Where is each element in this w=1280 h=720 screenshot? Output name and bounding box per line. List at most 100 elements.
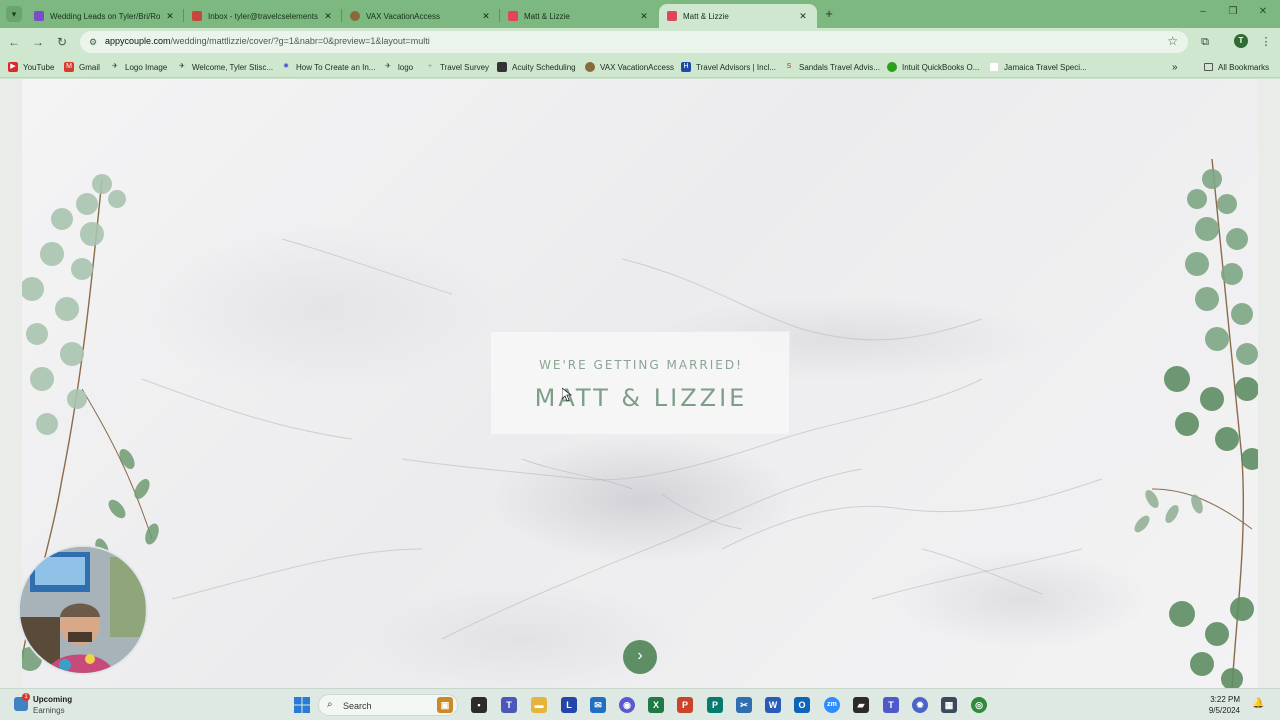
bookmark-how-to[interactable]: ✹ How To Create an In...: [281, 60, 375, 74]
youtube-icon: ▶: [8, 62, 18, 72]
close-icon[interactable]: ✕: [638, 11, 650, 22]
plus-icon: +: [427, 63, 433, 70]
forms-icon: [34, 11, 44, 21]
mail-icon: [192, 11, 202, 21]
plane-icon: ✈: [385, 63, 391, 70]
folder-icon: [1204, 63, 1213, 71]
close-window-icon[interactable]: ✕: [1256, 6, 1270, 17]
bookmark-label: Gmail: [79, 62, 100, 72]
system-clock[interactable]: 3:22 PM 9/5/2024: [1200, 694, 1240, 716]
taskbar-app-calculator[interactable]: ▦: [941, 697, 957, 713]
bookmark-label: Welcome, Tyler Stisc...: [192, 62, 274, 72]
tab-strip: ▾ Wedding Leads on Tyler/Bri/Ro ✕ Inbox …: [0, 0, 1280, 28]
bookmark-travel-advisors[interactable]: H Travel Advisors | Incl...: [681, 60, 776, 74]
tab-matt-lizzie[interactable]: Matt & Lizzie ✕: [500, 4, 658, 28]
taskbar-app-word[interactable]: W: [765, 697, 781, 713]
taskbar-app-chrome[interactable]: ◎: [971, 697, 987, 713]
site-info-icon[interactable]: ⚙: [87, 36, 99, 48]
quickbooks-icon: [887, 62, 897, 72]
chevron-right-icon: ›: [637, 647, 643, 664]
bookmark-welcome[interactable]: ✈ Welcome, Tyler Stisc...: [177, 60, 273, 74]
bookmark-vax[interactable]: VAX VacationAccess: [585, 60, 674, 74]
gear-icon: ✹: [283, 63, 289, 70]
bookmark-star-icon[interactable]: ☆: [1167, 34, 1178, 48]
taskbar-app-terminal[interactable]: ▪: [471, 697, 487, 713]
vax-icon: [585, 62, 595, 72]
menu-icon[interactable]: ⋮: [1258, 34, 1274, 50]
windows-taskbar: 1 Upcoming Earnings ⌕ Search ▣ ▪ T ▬ L ✉…: [0, 688, 1280, 720]
bookmark-label: How To Create an In...: [296, 62, 376, 72]
close-icon[interactable]: ✕: [797, 11, 809, 22]
extensions-icon[interactable]: ⧉: [1197, 34, 1213, 50]
bookmark-travel-survey[interactable]: + Travel Survey: [425, 60, 489, 74]
hyatt-icon: H: [681, 62, 691, 72]
bookmark-quickbooks[interactable]: Intuit QuickBooks O...: [887, 60, 979, 74]
bookmark-gmail[interactable]: M Gmail: [64, 60, 100, 74]
taskbar-app-file-explorer[interactable]: ▬: [531, 697, 547, 713]
minimize-icon[interactable]: –: [1196, 6, 1210, 17]
tab-wedding-leads[interactable]: Wedding Leads on Tyler/Bri/Ro ✕: [26, 4, 184, 28]
bookmark-label: Logo Image: [125, 62, 168, 72]
taskbar-app-snipping[interactable]: ✂: [736, 697, 752, 713]
bookmark-sandals[interactable]: S Sandals Travel Advis...: [784, 60, 880, 74]
taskbar-app-teams[interactable]: T: [883, 697, 899, 713]
page-margin-right: [1258, 79, 1280, 688]
notification-bell-icon[interactable]: 🔔: [1252, 698, 1264, 710]
bookmark-logo[interactable]: ✈ logo: [383, 60, 413, 74]
notification-badge: 1: [22, 693, 30, 701]
bookmark-label: Travel Advisors | Incl...: [696, 62, 777, 72]
gmail-icon: M: [64, 62, 74, 72]
reload-icon[interactable]: ↻: [54, 34, 70, 50]
restore-icon[interactable]: ❐: [1226, 6, 1240, 17]
taskbar-app-widgets[interactable]: ▣: [437, 697, 453, 713]
tab-inbox[interactable]: Inbox - tyler@travelcselements ✕: [184, 4, 342, 28]
forward-icon[interactable]: →: [30, 34, 46, 50]
all-bookmarks[interactable]: All Bookmarks: [1204, 60, 1269, 74]
appycouple-icon: [508, 11, 518, 21]
back-icon[interactable]: ←: [6, 34, 22, 50]
address-bar[interactable]: ⚙ appycouple.com/wedding/mattlizzie/cove…: [80, 31, 1188, 53]
bookmark-label: VAX VacationAccess: [600, 62, 674, 72]
bookmark-label: Intuit QuickBooks O...: [902, 62, 980, 72]
close-icon[interactable]: ✕: [322, 11, 334, 22]
tab-matt-lizzie-active[interactable]: Matt & Lizzie ✕: [659, 4, 817, 28]
clock-date: 9/5/2024: [1208, 706, 1240, 715]
windows-start-icon[interactable]: [294, 697, 310, 713]
taskbar-app-powerpoint[interactable]: P: [677, 697, 693, 713]
url-text[interactable]: appycouple.com/wedding/mattlizzie/cover/…: [105, 36, 430, 46]
tab-title: VAX VacationAccess: [366, 11, 440, 21]
bookmark-youtube[interactable]: ▶ YouTube: [8, 60, 54, 74]
tab-search-button[interactable]: ▾: [6, 6, 22, 22]
widget-upcoming[interactable]: 1 Upcoming Earnings: [14, 693, 94, 717]
taskbar-app-l[interactable]: L: [561, 697, 577, 713]
sandals-icon: S: [786, 63, 792, 70]
tab-vax[interactable]: VAX VacationAccess ✕: [342, 4, 500, 28]
close-icon[interactable]: ✕: [164, 11, 176, 22]
taskbar-app-settings[interactable]: ✹: [912, 697, 928, 713]
taskbar-app-mail[interactable]: ✉: [590, 697, 606, 713]
close-icon[interactable]: ✕: [480, 11, 492, 22]
bookmark-label: logo: [398, 62, 414, 72]
more-bookmarks-icon[interactable]: »: [1172, 60, 1178, 74]
appycouple-icon: [667, 11, 677, 21]
taskbar-app-publisher[interactable]: P: [707, 697, 723, 713]
taskbar-app-zoom[interactable]: zm: [824, 697, 840, 713]
bookmark-jamaica[interactable]: Jamaica Travel Speci...: [989, 60, 1087, 74]
new-tab-button[interactable]: +: [822, 6, 836, 22]
search-label: Search: [343, 701, 372, 711]
taskbar-app-excel[interactable]: X: [648, 697, 664, 713]
bookmark-logo-image[interactable]: ✈ Logo Image: [110, 60, 167, 74]
next-page-button[interactable]: ›: [623, 640, 657, 674]
taskbar-app-copilot[interactable]: ◉: [619, 697, 635, 713]
profile-avatar[interactable]: T: [1234, 34, 1248, 48]
search-icon: ⌕: [327, 699, 333, 710]
taskbar-app-sticky-notes[interactable]: ▰: [853, 697, 869, 713]
bookmark-acuity[interactable]: Acuity Scheduling: [497, 60, 576, 74]
widget-title: Upcoming: [33, 695, 73, 704]
url-path: /wedding/mattlizzie/cover/?g=1&nabr=0&pr…: [170, 36, 430, 46]
bookmark-label: YouTube: [23, 62, 55, 72]
taskbar-app-outlook[interactable]: O: [794, 697, 810, 713]
bookmark-label: Jamaica Travel Speci...: [1004, 62, 1087, 72]
acuity-icon: [497, 62, 507, 72]
taskbar-app-teams-badge[interactable]: T: [501, 697, 517, 713]
